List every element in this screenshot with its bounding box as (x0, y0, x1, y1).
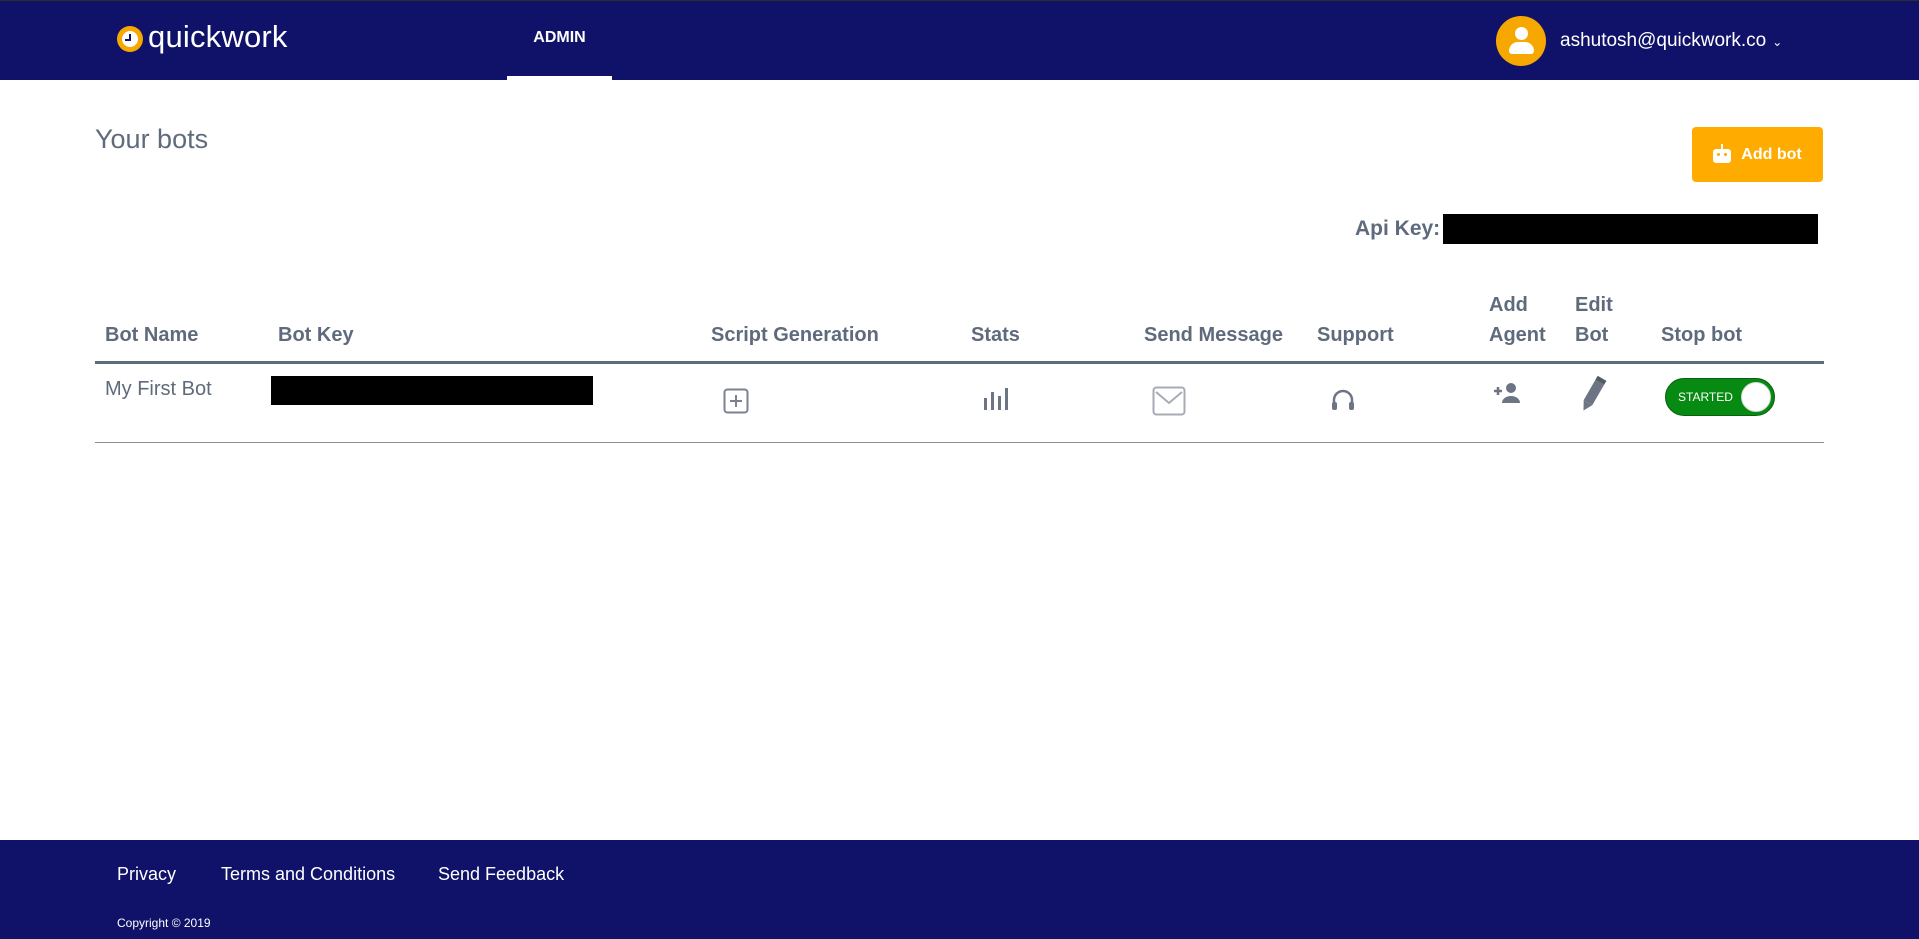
header-send-message: Send Message (1144, 324, 1283, 346)
header-script-generation: Script Generation (711, 324, 879, 346)
clock-logo-icon (117, 26, 143, 52)
envelope-icon[interactable] (1152, 386, 1186, 416)
avatar[interactable] (1496, 16, 1546, 66)
header-add-agent-line2: Agent (1489, 324, 1546, 346)
header-add-agent-line1: Add (1489, 294, 1528, 316)
user-email[interactable]: ashutosh@quickwork.co (1560, 30, 1766, 52)
tab-admin[interactable]: ADMIN (507, 1, 612, 81)
api-key-row: Api Key: (1355, 214, 1819, 244)
tab-admin-label: ADMIN (533, 29, 586, 46)
header-stop-bot: Stop bot (1661, 324, 1743, 346)
add-user-icon[interactable] (1492, 381, 1522, 405)
pencil-icon[interactable] (1578, 374, 1608, 414)
api-key-label: Api Key: (1355, 217, 1441, 240)
active-tab-indicator (507, 76, 612, 81)
page-title: Your bots (95, 124, 209, 154)
logo[interactable]: quickwork (117, 17, 288, 57)
bot-key-redacted (271, 376, 593, 405)
copyright-text: Copyright © 2019 (117, 916, 211, 930)
header-bot-name: Bot Name (105, 324, 199, 346)
privacy-link[interactable]: Privacy (117, 864, 176, 885)
header-add-agent: Add Agent (1489, 290, 1546, 350)
header-support: Support (1317, 324, 1394, 346)
headset-icon[interactable] (1329, 387, 1357, 415)
logo-text: quickwork (148, 19, 288, 54)
table-header-divider (95, 361, 1824, 364)
terms-link[interactable]: Terms and Conditions (221, 864, 395, 885)
header-edit-bot-line2: Bot (1575, 324, 1609, 346)
feedback-link[interactable]: Send Feedback (438, 864, 564, 885)
chevron-down-icon[interactable]: ⌄ (1772, 35, 1782, 49)
bot-name-cell: My First Bot (105, 378, 212, 400)
plus-square-icon[interactable] (723, 388, 749, 414)
toggle-knob (1741, 382, 1771, 412)
header-bot-key: Bot Key (278, 324, 354, 346)
user-menu[interactable]: ashutosh@quickwork.co ⌄ (1496, 15, 1782, 67)
top-navbar: quickwork ADMIN ashutosh@quickwork.co ⌄ (0, 0, 1919, 81)
toggle-status-label: STARTED (1678, 390, 1733, 404)
bar-chart-icon[interactable] (983, 384, 1011, 412)
api-key-redacted (1443, 214, 1819, 244)
robot-icon (1713, 143, 1732, 163)
header-stats: Stats (971, 324, 1020, 346)
add-bot-button[interactable]: Add bot (1692, 127, 1823, 182)
table-row-divider (95, 442, 1824, 443)
header-edit-bot-line1: Edit (1575, 294, 1613, 316)
add-bot-label: Add bot (1741, 145, 1802, 163)
header-edit-bot: Edit Bot (1575, 290, 1613, 350)
stop-bot-toggle[interactable]: STARTED (1665, 378, 1775, 416)
footer: Privacy Terms and Conditions Send Feedba… (0, 840, 1919, 939)
